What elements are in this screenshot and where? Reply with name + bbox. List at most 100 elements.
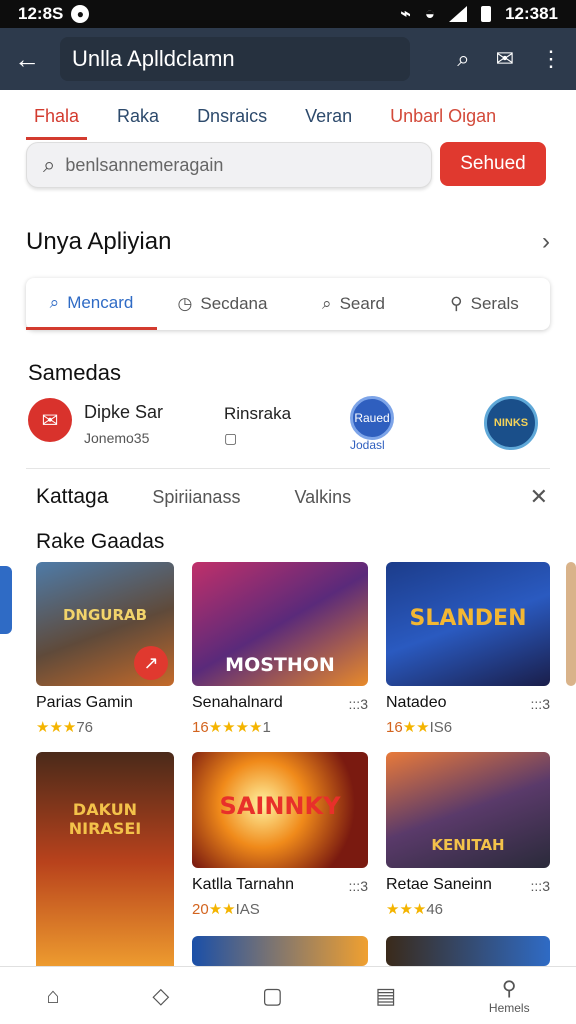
category-item[interactable]: Valkins	[294, 487, 351, 508]
thumbnail-text: SAINNKY	[219, 792, 341, 820]
notification-badge-icon: ●	[71, 5, 90, 23]
play-icon[interactable]: ↗	[134, 646, 168, 680]
nav-home[interactable]: ⌂	[46, 983, 59, 1009]
tab-raka[interactable]: Raka	[109, 100, 167, 140]
category-kattaga[interactable]: Kattaga	[36, 485, 108, 509]
search-icon[interactable]: ⌕	[457, 46, 469, 72]
game-card[interactable]: SAINNKY Katlla Tarnahn :::3 20★★IAS	[192, 752, 368, 918]
game-card-partial[interactable]	[192, 936, 368, 966]
tab-fhala[interactable]: Fhala	[26, 100, 88, 140]
segment-label: Serals	[470, 294, 519, 313]
search-input[interactable]	[65, 154, 386, 176]
rating-num: 20	[192, 901, 209, 918]
game-thumbnail: MOSTHON	[192, 562, 368, 686]
card-title: Katlla Tarnahn	[192, 876, 294, 893]
card-rating: ★★★76	[36, 718, 174, 736]
game-name: Raued	[354, 411, 390, 425]
game-card[interactable]: KENITAH Retae Saneinn :::3 ★★★46	[386, 752, 550, 918]
thumbnail-text: KENITAH	[431, 836, 505, 854]
stars-icon: ★★	[208, 901, 236, 918]
nav-profile[interactable]: ⚲ Hemels	[489, 976, 530, 1015]
card-title: Natadeo	[386, 694, 447, 711]
card-rating: 20★★IAS	[192, 900, 368, 918]
game-card-partial[interactable]	[386, 936, 550, 966]
card-dots: :::3	[530, 696, 550, 712]
stars-icon: ★★	[402, 719, 430, 736]
game-name[interactable]: Dipke Sar	[84, 402, 163, 423]
segment-seard[interactable]: ⌕ Seard	[288, 278, 419, 330]
segment-secdana[interactable]: ◷ Secdana	[157, 278, 288, 330]
rating-text: 46	[426, 901, 444, 918]
app-title-box[interactable]: Unlla Aplldclamn	[60, 37, 410, 81]
game-card[interactable]: DNGURAB ↗ Parias Gamin ★★★76	[36, 562, 174, 736]
tab-dnsraics[interactable]: Dnsraics	[189, 100, 275, 140]
card-title: Senahalnard	[192, 694, 283, 711]
more-icon[interactable]: ⋮	[540, 46, 562, 72]
back-arrow-icon[interactable]: ←	[14, 44, 50, 75]
game-name: NINKS	[493, 417, 529, 429]
square-icon: ▢	[261, 982, 283, 1008]
tab-veran[interactable]: Veran	[297, 100, 360, 140]
game-card[interactable]: SLANDEN Natadeo :::3 16★★IS6	[386, 562, 550, 736]
tab-unbarl-oigan[interactable]: Unbarl Oigan	[382, 100, 504, 140]
rating-text: 1	[262, 719, 271, 736]
game-app-icon[interactable]: NINKS	[484, 396, 538, 450]
game-sub: Jodasl	[350, 438, 385, 452]
game-thumbnail: KENITAH	[386, 752, 550, 868]
wallet-icon: ▤	[375, 982, 397, 1008]
game-card[interactable]: MOSTHON Senahalnard :::3 16★★★★1	[192, 562, 368, 736]
side-handle[interactable]	[0, 566, 12, 634]
search-button[interactable]: Sehued	[440, 142, 546, 186]
square-icon: ▢	[224, 430, 238, 446]
game-thumbnail	[192, 936, 368, 966]
rating-text: IS6	[429, 719, 453, 736]
search-icon: ⌕	[49, 292, 60, 312]
segment-label: Seard	[339, 294, 385, 313]
card-rating: ★★★46	[386, 900, 550, 918]
divider	[26, 468, 550, 469]
stars-icon: ★★★	[386, 901, 427, 918]
segment-mencard[interactable]: ⌕ Mencard	[26, 278, 157, 330]
game-card-partial[interactable]	[566, 562, 576, 686]
game-thumbnail: SLANDEN	[386, 562, 550, 686]
game-thumbnail: DNGURAB ↗	[36, 562, 174, 686]
game-sub: Jonemo35	[84, 430, 150, 446]
game-thumbnail: DAKUN NIRASEI	[36, 752, 174, 972]
rating-num: 16	[386, 719, 403, 736]
card-title: Retae Saneinn	[386, 876, 492, 893]
status-bar: 12:8S ● ⌁ ◒ 12:381	[0, 0, 576, 28]
rake-title: Rake Gaadas	[36, 530, 165, 553]
mail-icon[interactable]: ✉	[496, 46, 514, 72]
nav-label: Hemels	[488, 1001, 530, 1015]
nav-explore[interactable]: ◇	[152, 983, 169, 1009]
chevron-right-icon[interactable]: ›	[542, 228, 550, 256]
search-box: ⌕	[26, 142, 432, 188]
segment-serals[interactable]: ⚲ Serals	[419, 278, 550, 330]
rating-num: 16	[192, 719, 209, 736]
vibrate-icon: ⌁	[400, 4, 411, 23]
game-name[interactable]: Rinsraka	[224, 404, 291, 424]
stars-icon: ★★★★	[208, 719, 263, 736]
app-bar: ← Unlla Aplldclamn ⌕ ✉ ⋮	[0, 28, 576, 90]
close-icon[interactable]: ✕	[530, 484, 548, 510]
game-app-icon[interactable]: Raued	[350, 396, 394, 440]
user-icon: ⚲	[450, 294, 463, 313]
rating-text: 76	[76, 719, 94, 736]
search-icon: ⌕	[322, 294, 332, 313]
game-thumbnail	[566, 562, 576, 686]
category-bar: Kattaga Spiriianass Valkins ✕	[36, 484, 548, 510]
game-app-icon[interactable]: ✉	[28, 398, 72, 442]
thumbnail-text: MOSTHON	[225, 654, 335, 676]
nav-library[interactable]: ▢	[262, 983, 283, 1009]
games-row: ✉ Dipke Sar Jonemo35 Rinsraka ▢ Raued Jo…	[26, 396, 550, 452]
section-title: Unya Apliyian	[26, 228, 172, 255]
rating-text: IAS	[235, 901, 260, 918]
battery-icon	[481, 6, 492, 22]
tab-bar: Fhala Raka Dnsraics Veran Unbarl Oigan	[26, 100, 556, 140]
section-header: Unya Apliyian ›	[26, 228, 550, 256]
game-thumbnail: SAINNKY	[192, 752, 368, 868]
category-item[interactable]: Spiriianass	[152, 487, 240, 508]
status-time-left: 12:8S	[18, 4, 64, 23]
game-card[interactable]: DAKUN NIRASEI	[36, 752, 174, 972]
nav-wallet[interactable]: ▤	[375, 983, 396, 1009]
